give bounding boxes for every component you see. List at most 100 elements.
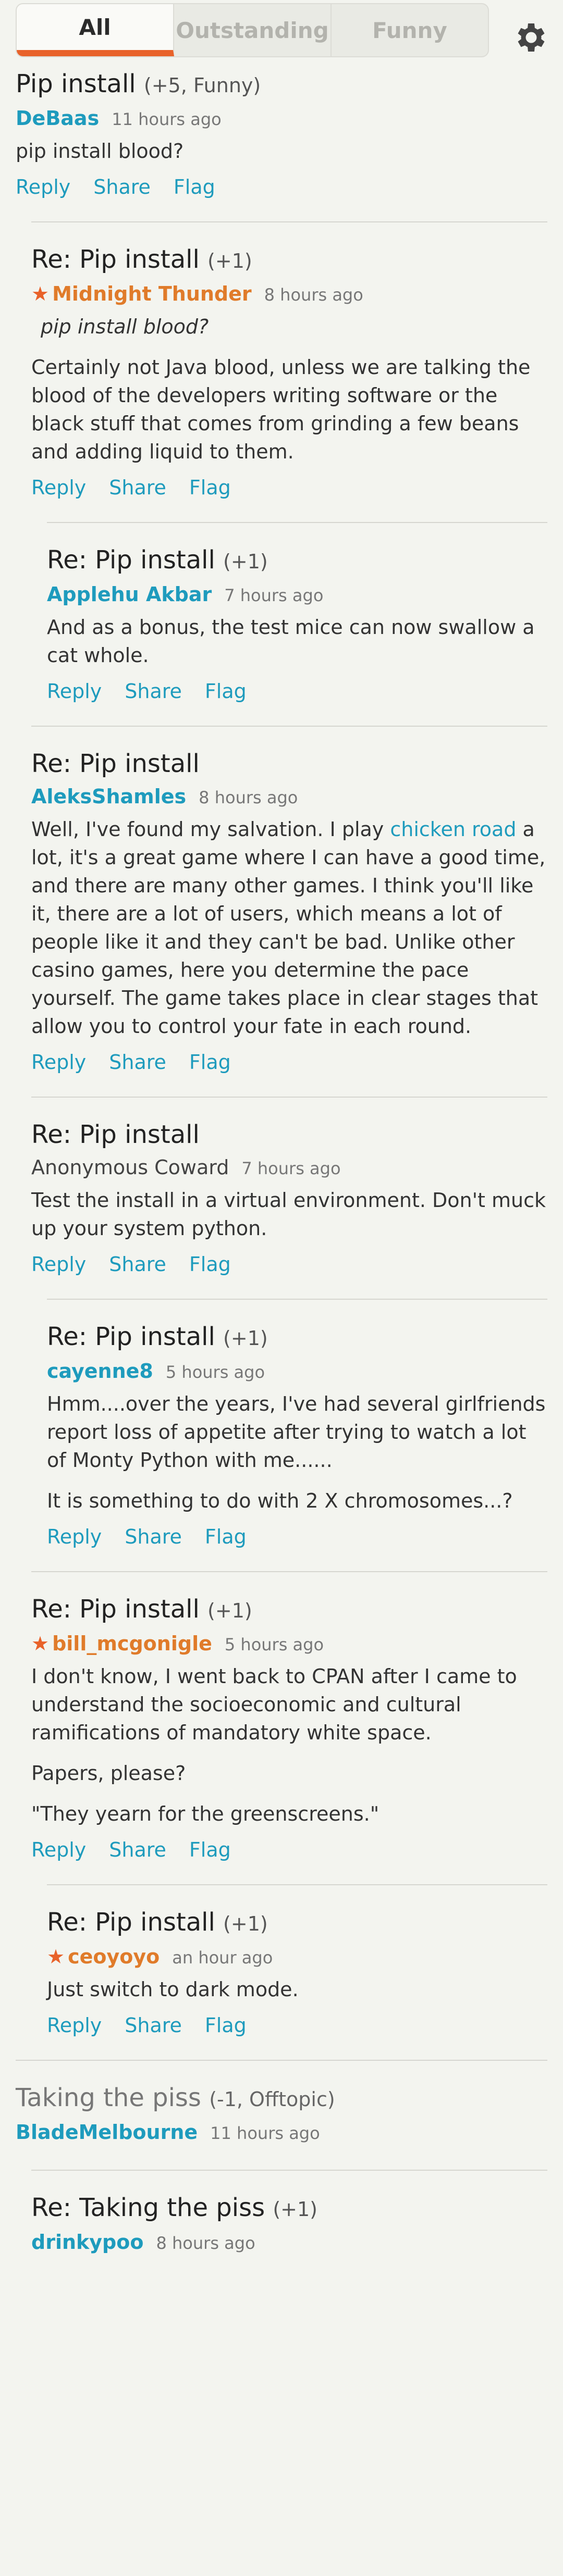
comment: Re: Pip install AleksShamles 8 hours ago … [31, 726, 547, 1074]
reply-button[interactable]: Reply [47, 680, 102, 703]
comment-score: (+1) [223, 550, 268, 573]
reply-button[interactable]: Reply [47, 1525, 102, 1548]
divider [31, 2170, 547, 2171]
divider [31, 1571, 547, 1572]
comment-title[interactable]: Pip install (+5, Funny) [16, 68, 547, 102]
divider [47, 522, 547, 523]
reply-button[interactable]: Reply [31, 1838, 86, 1861]
star-icon: ★ [47, 1945, 65, 1968]
comment: Re: Taking the piss (+1) drinkypoo 8 hour… [31, 2170, 547, 2257]
filter-tabs: All Outstanding Funny [16, 3, 489, 57]
comment: Re: Pip install Anonymous Coward 7 hours … [31, 1097, 547, 1276]
comment-time: an hour ago [172, 1948, 273, 1968]
reply-button[interactable]: Reply [31, 476, 86, 499]
comment-score: (+1) [223, 1327, 268, 1350]
comment-title[interactable]: Re: Pip install (+1) [47, 1906, 547, 1940]
share-button[interactable]: Share [93, 176, 151, 198]
divider [47, 1884, 547, 1885]
game-link[interactable]: chicken road [390, 818, 516, 841]
flag-button[interactable]: Flag [174, 176, 215, 198]
flag-button[interactable]: Flag [205, 1525, 247, 1548]
flag-button[interactable]: Flag [205, 680, 247, 703]
comment-score: (-1, Offtopic) [209, 2088, 335, 2111]
comment-thread: Pip install (+5, Funny) DeBaas 11 hours a… [0, 68, 563, 2257]
reply-button[interactable]: Reply [31, 1253, 86, 1276]
comment-title[interactable]: Re: Pip install (+1) [31, 243, 547, 277]
share-button[interactable]: Share [125, 2014, 182, 2037]
comment-time: 5 hours ago [165, 1362, 265, 1382]
comment-score: (+1) [273, 2198, 318, 2221]
comment-score: (+1) [207, 1599, 252, 1622]
comment-time: 8 hours ago [156, 2233, 255, 2253]
comment: Re: Pip install (+1) ★ ceoyoyo an hour ago… [47, 1884, 547, 2037]
comment-author[interactable]: DeBaas [16, 105, 99, 132]
flag-button[interactable]: Flag [189, 476, 231, 499]
comment-time: 11 hours ago [112, 109, 222, 129]
star-icon: ★ [31, 1632, 50, 1655]
tab-all[interactable]: All [17, 4, 174, 56]
reply-button[interactable]: Reply [16, 176, 70, 198]
comment-title[interactable]: Re: Pip install (+1) [47, 1321, 547, 1354]
comment-body: Test the install in a virtual environmen… [31, 1189, 546, 1240]
divider [47, 1299, 547, 1300]
comment-time: 7 hours ago [224, 586, 324, 605]
divider [16, 2060, 547, 2061]
comment-body: And as a bonus, the test mice can now sw… [47, 616, 535, 667]
star-icon: ★ [31, 282, 50, 305]
comment-author: Anonymous Coward [31, 1156, 229, 1179]
comment-title[interactable]: Re: Pip install [31, 1118, 547, 1151]
comment-title[interactable]: Re: Taking the piss (+1) [31, 2192, 547, 2225]
comment-score: (+1) [207, 250, 252, 272]
flag-button[interactable]: Flag [189, 1253, 231, 1276]
flag-button[interactable]: Flag [189, 1051, 231, 1074]
comment-title[interactable]: Taking the piss (-1, Offtopic) [16, 2082, 547, 2115]
comment-time: 5 hours ago [224, 1635, 324, 1654]
divider [31, 726, 547, 727]
share-button[interactable]: Share [125, 680, 182, 703]
comment: Pip install (+5, Funny) DeBaas 11 hours a… [16, 68, 547, 198]
comment-score: (+5, Funny) [143, 74, 261, 97]
share-button[interactable]: Share [125, 1525, 182, 1548]
comment-time: 8 hours ago [264, 285, 363, 305]
comment-author[interactable]: bill_mcgonigle [52, 1630, 212, 1657]
comment-time: 11 hours ago [210, 2123, 320, 2143]
comment-author[interactable]: ceoyoyo [68, 1943, 160, 1970]
comment-author[interactable]: cayenne8 [47, 1358, 153, 1385]
share-button[interactable]: Share [109, 1051, 166, 1074]
comment-body: Just switch to dark mode. [47, 1978, 299, 2001]
comment: Re: Pip install (+1) cayenne8 5 hours ago… [47, 1299, 547, 1548]
comment: Re: Pip install (+1) Applehu Akbar 7 hour… [47, 522, 547, 703]
comment: Re: Pip install (+1) ★ bill_mcgonigle 5 ho… [31, 1571, 547, 1861]
comment-author[interactable]: Midnight Thunder [52, 280, 252, 307]
flag-button[interactable]: Flag [205, 2014, 247, 2037]
tab-outstanding[interactable]: Outstanding [174, 4, 332, 56]
comment: Taking the piss (-1, Offtopic) BladeMelb… [16, 2060, 547, 2147]
divider [31, 1097, 547, 1098]
comment-body: I don't know, I went back to CPAN after … [31, 1665, 517, 1825]
comment-title[interactable]: Re: Pip install (+1) [31, 1593, 547, 1627]
comment: Re: Pip install (+1) ★ Midnight Thunder 8 … [31, 221, 547, 499]
share-button[interactable]: Share [109, 1253, 166, 1276]
flag-button[interactable]: Flag [189, 1838, 231, 1861]
comment-time: 8 hours ago [199, 788, 298, 807]
comment-body: Hmm....over the years, I've had several … [47, 1392, 546, 1512]
comment-title[interactable]: Re: Pip install [31, 748, 547, 780]
comment-author[interactable]: AleksShamles [31, 783, 186, 810]
comment-score: (+1) [223, 1912, 268, 1935]
comment-body: pip install blood? [16, 140, 184, 163]
share-button[interactable]: Share [109, 476, 166, 499]
tab-funny[interactable]: Funny [332, 4, 488, 56]
quoted-text: pip install blood? [41, 315, 209, 338]
share-button[interactable]: Share [109, 1838, 166, 1861]
comment-author[interactable]: BladeMelbourne [16, 2119, 198, 2146]
gear-icon[interactable] [511, 19, 548, 56]
divider [31, 221, 547, 222]
comment-body: Well, I've found my salvation. I play ch… [31, 818, 546, 1038]
comment-author[interactable]: Applehu Akbar [47, 581, 212, 608]
comment-author[interactable]: drinkypoo [31, 2229, 143, 2256]
comment-body: pip install blood? Certainly not Java bl… [31, 313, 547, 466]
comment-time: 7 hours ago [241, 1159, 341, 1178]
reply-button[interactable]: Reply [31, 1051, 86, 1074]
reply-button[interactable]: Reply [47, 2014, 102, 2037]
comment-title[interactable]: Re: Pip install (+1) [47, 544, 547, 578]
